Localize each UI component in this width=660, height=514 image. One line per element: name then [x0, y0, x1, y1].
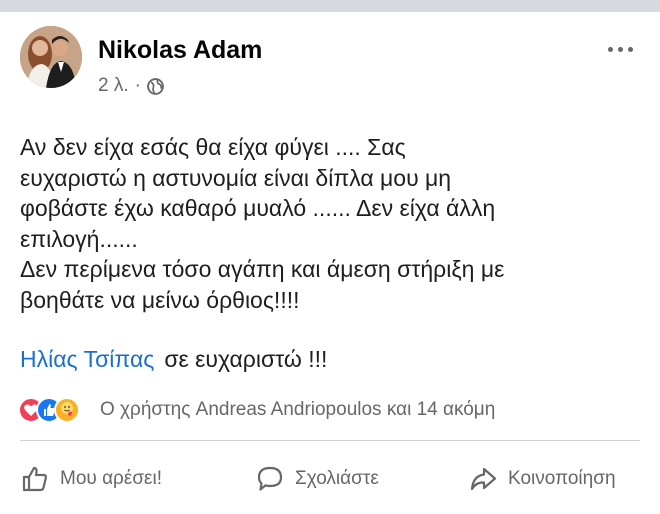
- globe-icon: [147, 77, 164, 95]
- like-button[interactable]: Μου αρέσει!: [20, 455, 162, 503]
- comment-label: Σχολιάστε: [295, 468, 379, 489]
- avatar[interactable]: [20, 26, 82, 88]
- post-time[interactable]: 2 λ.: [98, 75, 129, 97]
- post-header: Nikolas Adam 2 λ. ·: [20, 26, 640, 106]
- more-options-icon[interactable]: [608, 44, 636, 54]
- care-icon: [54, 397, 80, 423]
- reactions-bar[interactable]: Ο χρήστης Andreas Andriopoulos και 14 ακ…: [18, 396, 495, 424]
- post-actions: Μου αρέσει! Σχολιάστε Κοινοποίηση: [0, 455, 660, 503]
- actions-divider: [20, 440, 640, 441]
- mention-suffix: σε ευχαριστώ !!!: [164, 346, 328, 372]
- share-button[interactable]: Κοινοποίηση: [468, 455, 616, 503]
- share-label: Κοινοποίηση: [508, 468, 616, 489]
- comment-bubble-icon: [257, 466, 283, 491]
- reactions-summary[interactable]: Ο χρήστης Andreas Andriopoulos και 14 ακ…: [100, 399, 495, 421]
- like-label: Μου αρέσει!: [60, 468, 163, 489]
- reaction-icons: [18, 397, 96, 423]
- avatar-image: [20, 26, 82, 88]
- post-body: Αν δεν είχα εσάς θα είχα φύγει .... Σας …: [20, 134, 505, 313]
- top-strip: [0, 0, 660, 12]
- comment-button[interactable]: Σχολιάστε: [255, 455, 379, 503]
- mention-line: Ηλίας Τσίπας σε ευχαριστώ !!!: [20, 345, 327, 373]
- meta-separator: ·: [134, 75, 141, 96]
- thumbs-up-icon: [22, 466, 48, 492]
- author-name[interactable]: Nikolas Adam: [98, 36, 262, 65]
- post-meta: 2 λ. ·: [98, 75, 164, 97]
- mention-link[interactable]: Ηλίας Τσίπας: [20, 346, 154, 372]
- share-arrow-icon: [470, 467, 497, 491]
